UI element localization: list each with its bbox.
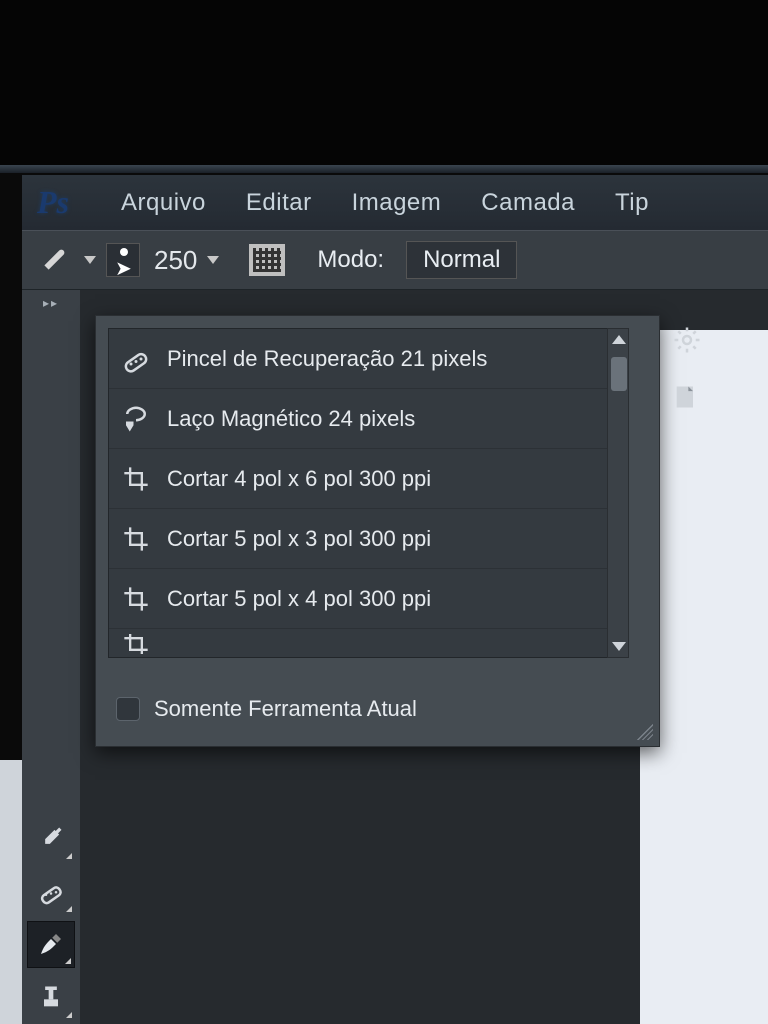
menu-type[interactable]: Tip: [615, 189, 649, 217]
scroll-up-icon[interactable]: [612, 335, 626, 344]
new-preset-icon[interactable]: [672, 383, 704, 415]
menu-bar: Ps Arquivo Editar Imagem Camada Tip: [22, 175, 768, 230]
window-top-edge: [0, 165, 768, 173]
preset-item-partial[interactable]: [109, 629, 607, 658]
menu-edit[interactable]: Editar: [246, 189, 312, 217]
app-logo: Ps: [37, 184, 69, 221]
screen-bezel-top: [0, 0, 768, 165]
menu-image[interactable]: Imagem: [352, 189, 442, 217]
preset-label: Cortar 4 pol x 6 pol 300 ppi: [167, 466, 431, 492]
preset-label: Cortar 5 pol x 3 pol 300 ppi: [167, 526, 431, 552]
crop-icon: [119, 634, 153, 654]
tool-healing-brush[interactable]: [27, 868, 75, 915]
preset-item-magnetic-lasso[interactable]: Laço Magnético 24 pixels: [109, 389, 607, 449]
preset-label: Laço Magnético 24 pixels: [167, 406, 415, 432]
current-tool-only-label: Somente Ferramenta Atual: [154, 696, 417, 722]
vertical-ruler: [0, 760, 22, 1024]
gear-icon[interactable]: [672, 325, 704, 357]
crop-icon: [119, 582, 153, 616]
tool-preset-list: Pincel de Recuperação 21 pixels Laço Mag…: [108, 328, 608, 658]
tools-panel: ▸▸: [22, 290, 80, 1024]
brush-size-dropdown[interactable]: [207, 256, 219, 264]
scroll-thumb[interactable]: [611, 357, 627, 391]
preset-item-crop-4x6[interactable]: Cortar 4 pol x 6 pol 300 ppi: [109, 449, 607, 509]
toolbar-expand-icon[interactable]: ▸▸: [43, 296, 59, 310]
tool-preset-icon[interactable]: [40, 243, 74, 277]
preset-item-crop-5x4[interactable]: Cortar 5 pol x 4 pol 300 ppi: [109, 569, 607, 629]
crop-icon: [119, 522, 153, 556]
tool-brush[interactable]: [27, 921, 75, 968]
tool-eyedropper[interactable]: [27, 815, 75, 862]
tool-preset-dropdown[interactable]: [84, 256, 96, 264]
options-bar: ➤ 250 Modo: Normal: [22, 230, 768, 290]
menu-file[interactable]: Arquivo: [121, 189, 206, 217]
preset-scrollbar[interactable]: [607, 328, 629, 658]
brush-size-value: 250: [154, 245, 197, 276]
preset-item-healing-brush[interactable]: Pincel de Recuperação 21 pixels: [109, 329, 607, 389]
preset-label: Pincel de Recuperação 21 pixels: [167, 346, 487, 372]
current-tool-only-checkbox[interactable]: [116, 697, 140, 721]
preset-footer: Somente Ferramenta Atual: [116, 696, 417, 722]
magnetic-lasso-icon: [119, 402, 153, 436]
brush-panel-toggle-icon[interactable]: [249, 244, 285, 276]
preset-side-controls: [672, 325, 704, 415]
blend-mode-select[interactable]: Normal: [406, 241, 517, 279]
preset-item-crop-5x3[interactable]: Cortar 5 pol x 3 pol 300 ppi: [109, 509, 607, 569]
panel-resize-grip[interactable]: [637, 724, 653, 740]
tool-preset-panel: Pincel de Recuperação 21 pixels Laço Mag…: [95, 315, 660, 747]
menu-layer[interactable]: Camada: [481, 189, 575, 217]
tool-clone-stamp[interactable]: [27, 974, 75, 1021]
scroll-down-icon[interactable]: [612, 642, 626, 651]
brush-preview[interactable]: ➤: [106, 243, 140, 277]
healing-brush-icon: [119, 342, 153, 376]
blend-mode-label: Modo:: [317, 246, 384, 274]
preset-label: Cortar 5 pol x 4 pol 300 ppi: [167, 586, 431, 612]
photoshop-window: Ps Arquivo Editar Imagem Camada Tip ➤ 25…: [0, 165, 768, 1024]
tool-slot-hidden-top[interactable]: [27, 321, 75, 368]
crop-icon: [119, 462, 153, 496]
